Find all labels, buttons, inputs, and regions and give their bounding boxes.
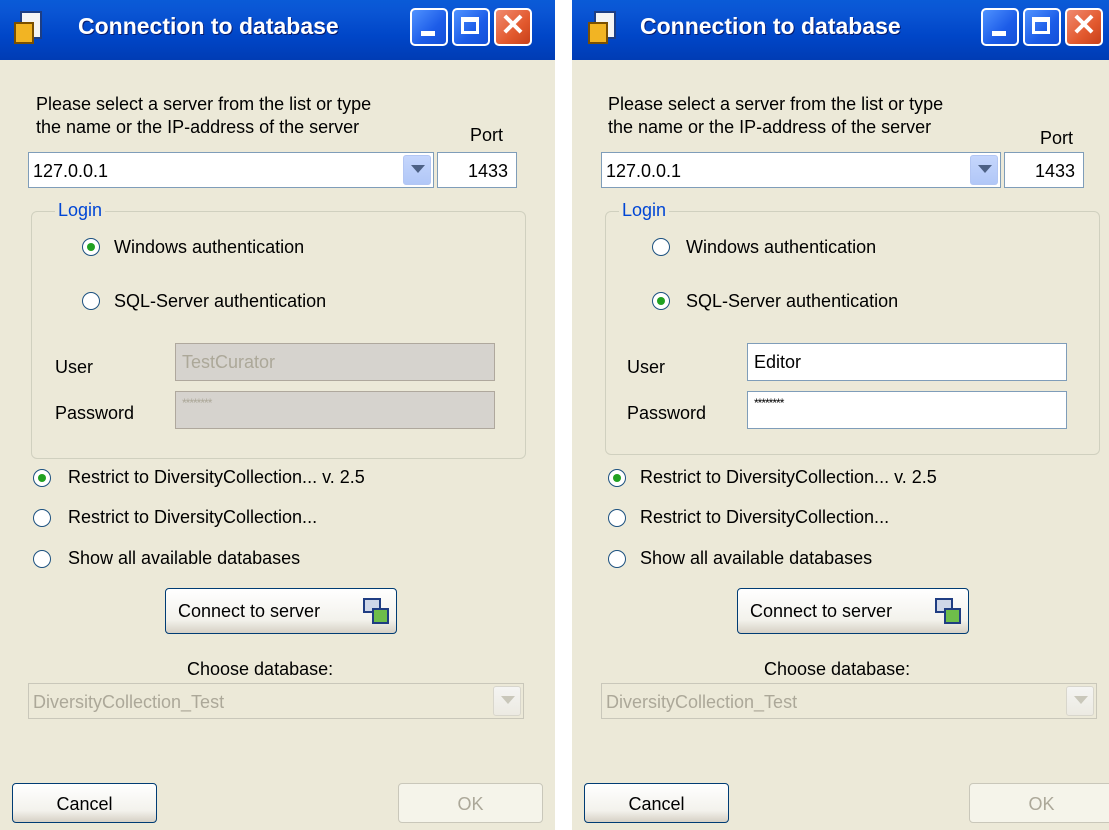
connection-dialog-windows-auth: Connection to database ✕ Please select a… xyxy=(0,0,555,830)
choose-database-label: Choose database: xyxy=(187,659,334,679)
show-all-radio[interactable] xyxy=(33,550,51,568)
login-legend: Login xyxy=(55,200,106,221)
close-icon: ✕ xyxy=(1071,9,1097,42)
database-combobox[interactable]: DiversityCollection_Test xyxy=(28,683,524,719)
server-value: 127.0.0.1 xyxy=(33,161,109,181)
connection-dialog-sql-auth: Connection to database ✕ Please select a… xyxy=(572,0,1109,830)
user-label: User xyxy=(627,357,666,377)
connect-to-server-button[interactable]: Connect to server xyxy=(737,588,969,634)
windows-auth-radio[interactable] xyxy=(652,238,670,256)
server-dropdown-button[interactable] xyxy=(403,155,431,185)
close-icon: ✕ xyxy=(500,9,526,42)
connect-to-server-button[interactable]: Connect to server xyxy=(165,588,397,634)
chevron-down-icon xyxy=(978,165,992,173)
sql-auth-radio[interactable] xyxy=(652,292,670,310)
user-value: Editor xyxy=(754,352,802,372)
minimize-icon xyxy=(412,10,446,44)
restrict-v25-radio[interactable] xyxy=(33,469,51,487)
database-dropdown-button[interactable] xyxy=(1066,686,1094,716)
maximize-icon xyxy=(1025,10,1059,44)
password-input[interactable]: ******** xyxy=(747,391,1067,429)
database-value: DiversityCollection_Test xyxy=(33,692,225,712)
port-label: Port xyxy=(1040,128,1074,148)
restrict-radio[interactable] xyxy=(608,509,626,527)
password-label: Password xyxy=(55,403,135,423)
app-icon xyxy=(12,8,48,44)
app-icon xyxy=(586,8,622,44)
close-button[interactable]: ✕ xyxy=(1065,8,1103,46)
server-prompt-line1: Please select a server from the list or … xyxy=(608,94,944,114)
minimize-icon xyxy=(983,10,1017,44)
restrict-v25-label[interactable]: Restrict to DiversityCollection... v. 2.… xyxy=(640,467,937,488)
server-dropdown-button[interactable] xyxy=(970,155,998,185)
restrict-label[interactable]: Restrict to DiversityCollection... xyxy=(68,507,317,528)
user-input[interactable]: Editor xyxy=(747,343,1067,381)
title-bar[interactable]: Connection to database ✕ xyxy=(572,0,1109,60)
connect-label: Connect to server xyxy=(750,601,893,621)
user-label: User xyxy=(55,357,94,377)
password-value: ******** xyxy=(182,396,212,410)
port-input[interactable]: 1433 xyxy=(1004,152,1084,188)
connect-label: Connect to server xyxy=(178,601,321,621)
restrict-v25-label[interactable]: Restrict to DiversityCollection... v. 2.… xyxy=(68,467,365,488)
window-title: Connection to database xyxy=(640,13,901,39)
server-prompt-line2: the name or the IP-address of the server xyxy=(608,117,932,137)
choose-database-label: Choose database: xyxy=(764,659,911,679)
minimize-button[interactable] xyxy=(981,8,1019,46)
ok-button[interactable]: OK xyxy=(398,783,543,823)
windows-auth-radio[interactable] xyxy=(82,238,100,256)
password-value: ******** xyxy=(754,396,784,410)
maximize-button[interactable] xyxy=(452,8,490,46)
windows-auth-label[interactable]: Windows authentication xyxy=(686,237,876,258)
show-all-label[interactable]: Show all available databases xyxy=(68,548,300,569)
cancel-button[interactable]: Cancel xyxy=(584,783,729,823)
chevron-down-icon xyxy=(501,696,515,704)
sql-auth-label[interactable]: SQL-Server authentication xyxy=(114,291,326,312)
user-input[interactable]: TestCurator xyxy=(175,343,495,381)
show-all-radio[interactable] xyxy=(608,550,626,568)
server-combobox[interactable]: 127.0.0.1 xyxy=(28,152,434,188)
server-combobox[interactable]: 127.0.0.1 xyxy=(601,152,1001,188)
server-value: 127.0.0.1 xyxy=(606,161,682,181)
show-all-label[interactable]: Show all available databases xyxy=(640,548,872,569)
restrict-v25-radio[interactable] xyxy=(608,469,626,487)
password-input[interactable]: ******** xyxy=(175,391,495,429)
sql-auth-label[interactable]: SQL-Server authentication xyxy=(686,291,898,312)
ok-button[interactable]: OK xyxy=(969,783,1109,823)
server-prompt-line2: the name or the IP-address of the server xyxy=(36,117,360,137)
chevron-down-icon xyxy=(411,165,425,173)
user-value: TestCurator xyxy=(182,352,276,372)
login-legend: Login xyxy=(619,200,670,221)
title-bar[interactable]: Connection to database ✕ xyxy=(0,0,555,60)
database-dropdown-button[interactable] xyxy=(493,686,521,716)
server-connect-icon xyxy=(935,598,961,624)
port-label: Port xyxy=(470,125,504,145)
maximize-button[interactable] xyxy=(1023,8,1061,46)
password-label: Password xyxy=(627,403,707,423)
close-button[interactable]: ✕ xyxy=(494,8,532,46)
maximize-icon xyxy=(454,10,488,44)
database-value: DiversityCollection_Test xyxy=(606,692,798,712)
server-connect-icon xyxy=(363,598,389,624)
database-combobox[interactable]: DiversityCollection_Test xyxy=(601,683,1097,719)
chevron-down-icon xyxy=(1074,696,1088,704)
sql-auth-radio[interactable] xyxy=(82,292,100,310)
minimize-button[interactable] xyxy=(410,8,448,46)
restrict-label[interactable]: Restrict to DiversityCollection... xyxy=(640,507,889,528)
cancel-button[interactable]: Cancel xyxy=(12,783,157,823)
windows-auth-label[interactable]: Windows authentication xyxy=(114,237,304,258)
server-prompt-line1: Please select a server from the list or … xyxy=(36,94,372,114)
restrict-radio[interactable] xyxy=(33,509,51,527)
port-input[interactable]: 1433 xyxy=(437,152,517,188)
window-title: Connection to database xyxy=(78,13,339,39)
